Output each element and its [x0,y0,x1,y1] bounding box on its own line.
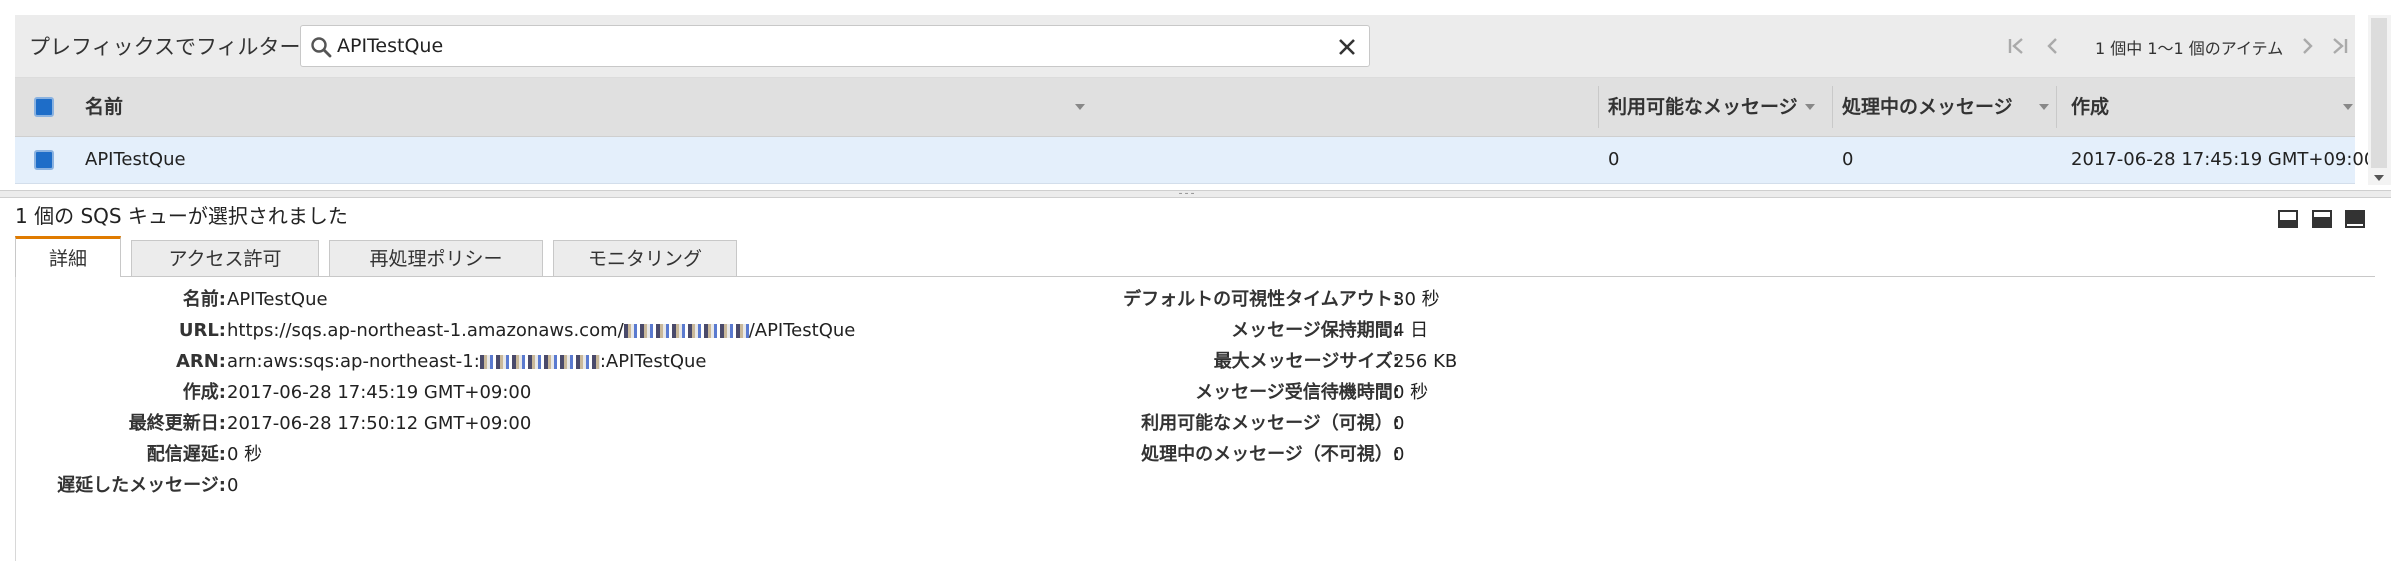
detail-row-max-message-size: 最大メッセージサイズ: [716,347,1400,377]
pane-layout-controls [2278,210,2378,230]
detail-key: メッセージ保持期間: [1231,320,1400,341]
detail-key: 名前: [182,289,226,310]
detail-value-in-flight-invisible: 0 [1393,444,1405,465]
table-scrollbar[interactable] [2368,15,2391,185]
table-row[interactable]: APITestQue 0 0 2017-06-28 17:45:19 GMT+0… [15,137,2375,184]
detail-key: ARN: [175,351,226,372]
detail-key: 利用可能なメッセージ（可視）: [1141,413,1400,434]
queue-table-header: 名前 利用可能なメッセージ 処理中のメッセージ 作成 [15,78,2355,137]
pagination-text: 1 個中 1〜1 個のアイテム [2095,39,2284,58]
detail-row-arn: ARN: [16,347,226,377]
column-divider[interactable] [1832,86,1833,128]
sqs-console: プレフィックスでフィルター: 1 個中 1〜1 個のアイテム [0,0,2391,561]
detail-tabs: 詳細 アクセス許可 再処理ポリシー モニタリング [15,236,2375,277]
pane-layout-icon[interactable] [2312,210,2332,228]
detail-row-available-visible: 利用可能なメッセージ（可視）: [716,409,1400,439]
filter-label: プレフィックスでフィルター: [29,35,308,59]
detail-row-created: 作成: [16,378,226,408]
detail-row-visibility-timeout: デフォルトの可視性タイムアウト: [716,285,1400,315]
sort-caret-icon[interactable] [2343,104,2353,110]
detail-row-url: URL: [16,316,226,346]
detail-row-name: 名前: [16,285,226,315]
row-checkbox[interactable] [34,150,54,170]
clear-icon[interactable] [1335,35,1359,59]
search-icon [311,37,332,58]
detail-value-max-message-size: 256 KB [1393,351,1458,372]
redacted-account-id [479,355,600,369]
detail-value-available-visible: 0 [1393,413,1405,434]
detail-key: デフォルトの可視性タイムアウト: [1123,289,1400,310]
column-divider[interactable] [1598,86,1599,128]
detail-key: URL: [178,320,226,341]
detail-row-receive-wait-time: メッセージ受信待機時間: [716,378,1400,408]
details-panel: 名前: APITestQue URL: https://sqs.ap-north… [15,277,2376,561]
row-created: 2017-06-28 17:45:19 GMT+09:00 [2071,149,2376,170]
pagination: 1 個中 1〜1 個のアイテム [2005,31,2355,61]
column-header-name-label: 名前 [85,96,124,118]
detail-key: 遅延したメッセージ: [57,475,226,496]
detail-value-visibility-timeout: 30 秒 [1393,289,1440,310]
tab-monitoring[interactable]: モニタリング [553,240,737,276]
detail-key: 最終更新日: [128,413,226,434]
column-header-created[interactable]: 作成 [2056,78,2355,136]
arn-prefix: arn:aws:sqs:ap-northeast-1: [227,351,480,372]
detail-value-delayed-messages: 0 [227,475,239,496]
sort-caret-icon[interactable] [2039,104,2049,110]
detail-row-retention-period: メッセージ保持期間: [716,316,1400,346]
pane-layout-icon[interactable] [2345,210,2365,228]
column-header-in-flight-label: 処理中のメッセージ [1842,96,2013,118]
detail-value-delivery-delay: 0 秒 [227,444,263,465]
next-page-icon[interactable] [2295,34,2319,58]
arn-suffix: :APITestQue [599,351,707,372]
prev-page-icon[interactable] [2041,34,2065,58]
detail-key: 作成: [182,382,226,403]
tab-permissions[interactable]: アクセス許可 [131,240,319,276]
pane-splitter[interactable]: ⁃⁃⁃ [0,189,2391,200]
filter-bar: プレフィックスでフィルター: 1 個中 1〜1 個のアイテム [15,15,2355,78]
detail-key: 配信遅延: [146,444,226,465]
tab-redrive-policy[interactable]: 再処理ポリシー [329,240,543,276]
column-header-available-label: 利用可能なメッセージ [1608,96,1798,118]
detail-value-last-updated: 2017-06-28 17:50:12 GMT+09:00 [227,413,532,434]
row-queue-name: APITestQue [85,149,186,170]
last-page-icon[interactable] [2327,34,2351,58]
detail-row-delayed-messages: 遅延したメッセージ: [16,471,226,501]
column-header-in-flight[interactable]: 処理中のメッセージ [1842,78,2049,136]
sort-caret-icon[interactable] [1805,104,1815,110]
sort-caret-icon[interactable] [1075,104,1085,110]
scrollbar-thumb[interactable] [2371,18,2387,168]
detail-row-in-flight-invisible: 処理中のメッセージ（不可視）: [716,440,1400,470]
url-prefix: https://sqs.ap-northeast-1.amazonaws.com… [227,320,624,341]
column-header-created-label: 作成 [2071,96,2110,118]
detail-value-created: 2017-06-28 17:45:19 GMT+09:00 [227,382,532,403]
selection-summary: 1 個の SQS キューが選択されました [15,204,348,228]
select-all-checkbox[interactable] [34,97,54,117]
column-header-name[interactable]: 名前 [85,78,1085,136]
column-header-available[interactable]: 利用可能なメッセージ [1608,78,1815,136]
detail-row-delivery-delay: 配信遅延: [16,440,226,470]
detail-value-name: APITestQue [227,289,328,310]
detail-value-retention-period: 4 日 [1393,320,1429,341]
first-page-icon[interactable] [2005,34,2029,58]
splitter-grip-icon[interactable]: ⁃⁃⁃ [1178,189,1196,200]
detail-key: メッセージ受信待機時間: [1195,382,1400,403]
detail-key: 処理中のメッセージ（不可視）: [1141,444,1400,465]
filter-search-box[interactable] [300,25,1370,67]
detail-key: 最大メッセージサイズ: [1213,351,1400,372]
detail-row-last-updated: 最終更新日: [16,409,226,439]
tab-details[interactable]: 詳細 [15,236,121,277]
filter-input[interactable] [337,32,1277,60]
detail-value-receive-wait-time: 0 秒 [1393,382,1429,403]
left-gutter [0,0,15,561]
scroll-down-icon[interactable] [2374,175,2384,181]
row-available-count: 0 [1608,149,1620,170]
detail-value-arn: arn:aws:sqs:ap-northeast-1: :APITestQue [227,347,706,377]
pane-layout-icon[interactable] [2278,210,2298,228]
row-in-flight-count: 0 [1842,149,1854,170]
